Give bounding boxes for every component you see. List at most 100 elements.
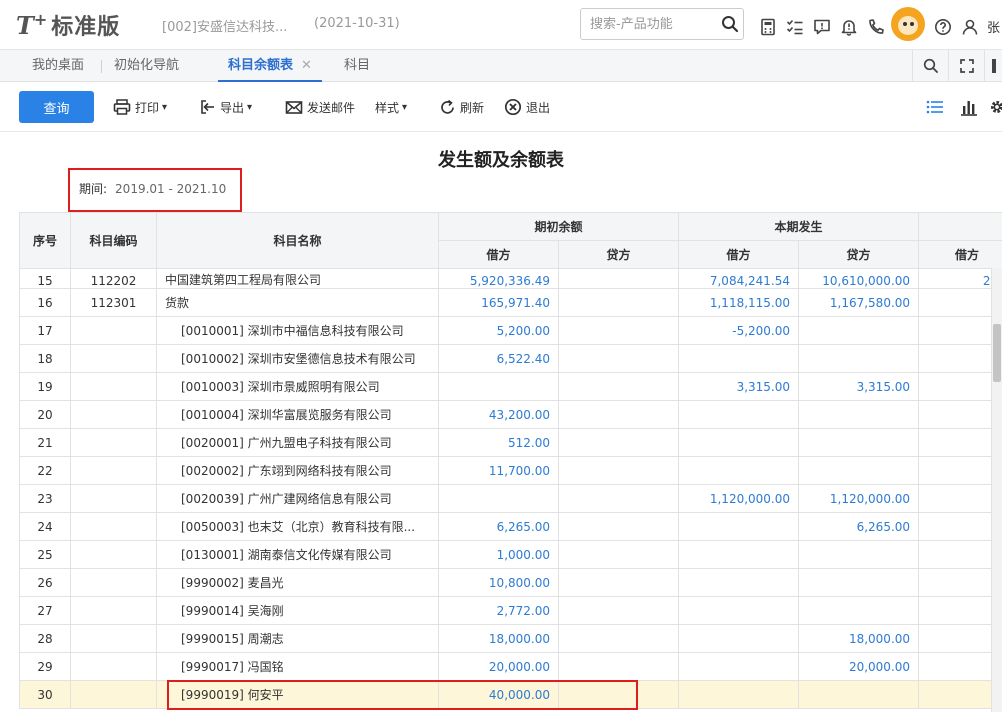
tab-close-icon[interactable]: ✕ bbox=[301, 58, 312, 73]
header-current-amount: 本期发生 bbox=[678, 212, 920, 241]
row-seq: 19 bbox=[19, 372, 71, 401]
tab-accounts[interactable]: 科目 bbox=[344, 50, 370, 82]
send-email-button[interactable]: 发送邮件 bbox=[285, 97, 355, 117]
list-view-icon[interactable] bbox=[918, 95, 952, 119]
table-row[interactable]: 25 [0130001] 湖南泰信文化传媒有限公司1,000.00 1, bbox=[19, 540, 1002, 569]
table-row[interactable]: 24 [0050003] 也末艾（北京）教育科技有限... 6,265.00 6,26… bbox=[19, 512, 1002, 541]
table-row[interactable]: 26 [9990002] 麦昌光10,800.00 10, bbox=[19, 568, 1002, 597]
scrollbar-thumb[interactable] bbox=[993, 324, 1001, 382]
checklist-icon[interactable] bbox=[781, 15, 808, 39]
vertical-scrollbar[interactable] bbox=[991, 268, 1002, 712]
envelope-icon bbox=[285, 101, 303, 114]
row-account-name: [0010002] 深圳市安堡德信息技术有限公司 bbox=[156, 344, 439, 373]
help-icon[interactable] bbox=[929, 15, 956, 39]
query-button[interactable]: 查询 bbox=[19, 91, 94, 123]
row-account-name: [9990017] 冯国铭 bbox=[156, 652, 439, 681]
search-box[interactable] bbox=[580, 8, 744, 40]
header-ending-debit[interactable]: 借方 bbox=[918, 240, 1002, 269]
message-icon[interactable] bbox=[808, 15, 835, 39]
header-opening-balance: 期初余额 bbox=[437, 212, 680, 241]
row-opening-debit: 6,265.00 bbox=[438, 512, 559, 541]
table-row[interactable]: 18 [0010002] 深圳市安堡德信息技术有限公司6,522.40 6, bbox=[19, 344, 1002, 373]
tab-init-guide[interactable]: 初始化导航 bbox=[114, 50, 179, 82]
export-button[interactable]: 导出 ▾ bbox=[200, 97, 252, 117]
tab-account-balance[interactable]: 科目余额表 ✕ bbox=[218, 50, 322, 82]
header-opening-debit[interactable]: 借方 bbox=[438, 240, 559, 269]
table-row[interactable]: 29 [9990017] 冯国铭 20,000.00 20,000.00 bbox=[19, 652, 1002, 681]
row-opening-debit: 40,000.00 bbox=[438, 680, 559, 709]
table-row[interactable]: 20 [0010004] 深圳华富展览服务有限公司43,200.00 43, bbox=[19, 400, 1002, 429]
exit-label: 退出 bbox=[526, 100, 551, 115]
account-name[interactable]: [002]安盛信达科技... bbox=[162, 16, 287, 35]
export-label: 导出 bbox=[220, 100, 245, 115]
row-account-name: [9990015] 周潮志 bbox=[156, 624, 439, 653]
phone-icon[interactable] bbox=[862, 15, 889, 39]
row-current-debit bbox=[678, 400, 800, 429]
report-title: 发生额及余额表 bbox=[438, 150, 564, 171]
table-row[interactable]: 23 [0020039] 广州广建网络信息有限公司 1,120,000.00 1,12… bbox=[19, 484, 1002, 513]
table-row[interactable]: 16 112301 货款 165,971.40 1,118,115.00 1,167,58… bbox=[19, 288, 1002, 317]
exit-button[interactable]: 退出 bbox=[504, 97, 550, 117]
row-account-name: [0050003] 也末艾（北京）教育科技有限... bbox=[156, 512, 439, 541]
row-opening-debit: 1,000.00 bbox=[438, 540, 559, 569]
row-current-credit: 1,120,000.00 bbox=[798, 484, 920, 513]
row-ending-debit bbox=[918, 316, 1002, 345]
row-account-name: [0020039] 广州广建网络信息有限公司 bbox=[156, 484, 439, 513]
row-opening-credit bbox=[557, 540, 680, 569]
row-account-code bbox=[70, 484, 157, 513]
row-opening-credit bbox=[557, 372, 680, 401]
settings-gear-icon[interactable] bbox=[986, 95, 1002, 119]
refresh-icon bbox=[441, 99, 454, 114]
row-seq: 23 bbox=[19, 484, 71, 513]
header-name[interactable]: 科目名称 bbox=[156, 212, 439, 269]
table-row[interactable]: 22 [0020002] 广东翊到网络科技有限公司11,700.00 11, bbox=[19, 456, 1002, 485]
table-row[interactable]: 28 [9990015] 周潮志 18,000.00 18,000.00 bbox=[19, 624, 1002, 653]
fullscreen-icon[interactable] bbox=[948, 50, 984, 82]
bell-icon[interactable] bbox=[835, 15, 862, 39]
row-current-debit bbox=[678, 680, 800, 709]
row-current-credit bbox=[798, 568, 920, 597]
row-opening-debit: 6,522.40 bbox=[438, 344, 559, 373]
table-row[interactable]: 19 [0010003] 深圳市景威照明有限公司 3,315.00 3,315.00 bbox=[19, 372, 1002, 401]
header-code[interactable]: 科目编码 bbox=[70, 212, 157, 269]
row-opening-debit bbox=[438, 484, 559, 513]
row-current-credit bbox=[798, 316, 920, 345]
table-row[interactable]: 30 [9990019] 何安平40,000.00 40, bbox=[19, 680, 1002, 709]
tab-desktop[interactable]: 我的桌面 bbox=[32, 50, 84, 82]
row-ending-debit: 11, bbox=[918, 456, 1002, 485]
header-seq[interactable]: 序号 bbox=[19, 212, 71, 269]
tab-search-icon[interactable] bbox=[912, 50, 948, 82]
row-current-debit bbox=[678, 456, 800, 485]
calculator-icon[interactable] bbox=[754, 15, 781, 39]
row-current-debit bbox=[678, 568, 800, 597]
logo-plus: + bbox=[33, 9, 48, 29]
tab-bar: 我的桌面 初始化导航 科目余额表 ✕ 科目 bbox=[0, 50, 1002, 82]
table-row[interactable]: 21 [0020001] 广州九盟电子科技有限公司 512.00 bbox=[19, 428, 1002, 457]
style-button[interactable]: 样式 ▾ bbox=[375, 97, 407, 117]
row-opening-credit bbox=[557, 288, 680, 317]
row-current-debit: -5,200.00 bbox=[678, 316, 800, 345]
username[interactable]: 张 bbox=[987, 17, 1000, 36]
header-opening-credit[interactable]: 贷方 bbox=[557, 240, 680, 269]
row-account-code bbox=[70, 624, 157, 653]
row-account-name: 货款 bbox=[156, 288, 439, 317]
table-row[interactable]: 17 [0010001] 深圳市中福信息科技有限公司 5,200.00 -5,200.… bbox=[19, 316, 1002, 345]
tab-menu-icon[interactable] bbox=[984, 50, 1002, 82]
search-icon[interactable] bbox=[721, 15, 739, 33]
refresh-button[interactable]: 刷新 bbox=[439, 97, 484, 117]
monkey-avatar[interactable] bbox=[891, 7, 925, 41]
table-row[interactable]: 15 112202 中国建筑第四工程局有限公司 5,920,336.49 7,084,2… bbox=[19, 268, 1002, 289]
edition-label: 标准版 bbox=[51, 15, 121, 40]
logo-t: T bbox=[16, 10, 34, 40]
header-current-credit[interactable]: 贷方 bbox=[798, 240, 920, 269]
row-current-debit bbox=[678, 540, 800, 569]
row-ending-debit: 10, bbox=[918, 568, 1002, 597]
header-current-debit[interactable]: 借方 bbox=[678, 240, 800, 269]
search-input[interactable] bbox=[581, 9, 711, 39]
chart-view-icon[interactable] bbox=[952, 95, 986, 119]
row-opening-credit bbox=[557, 484, 680, 513]
print-button[interactable]: 打印 ▾ bbox=[113, 97, 167, 117]
user-icon[interactable] bbox=[956, 15, 983, 39]
row-opening-credit bbox=[557, 268, 680, 289]
table-row[interactable]: 27 [9990014] 吴海刚2,772.00 2, bbox=[19, 596, 1002, 625]
